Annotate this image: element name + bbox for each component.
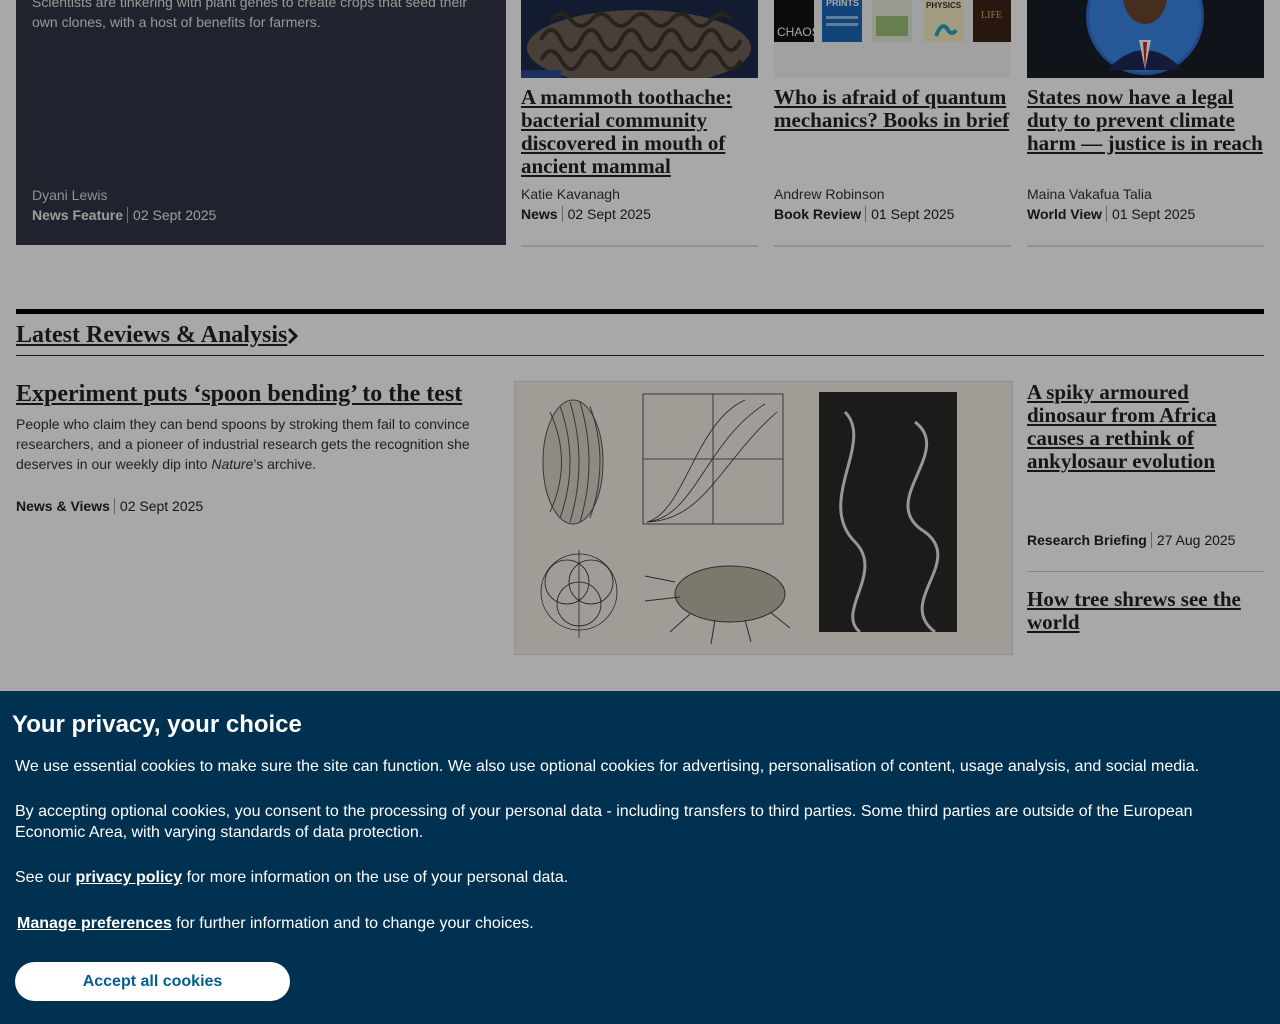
text: for further information and to change yo… [171,915,534,932]
privacy-policy-paragraph: See our privacy policy for more informat… [15,867,1235,888]
text: See our [15,869,76,886]
manage-preferences-link[interactable]: Manage preferences [17,915,172,932]
privacy-paragraph: By accepting optional cookies, you conse… [15,803,1193,841]
accept-all-cookies-button[interactable]: Accept all cookies [15,962,290,1001]
cookie-consent-banner: Your privacy, your choice We use essenti… [0,691,1280,1024]
text: for more information on the use of your … [182,869,569,886]
manage-preferences-paragraph: Manage preferences for further informati… [17,913,1237,934]
privacy-paragraph: We use essential cookies to make sure th… [15,758,1200,775]
privacy-policy-link[interactable]: privacy policy [75,869,182,886]
privacy-heading: Your privacy, your choice [12,711,302,738]
